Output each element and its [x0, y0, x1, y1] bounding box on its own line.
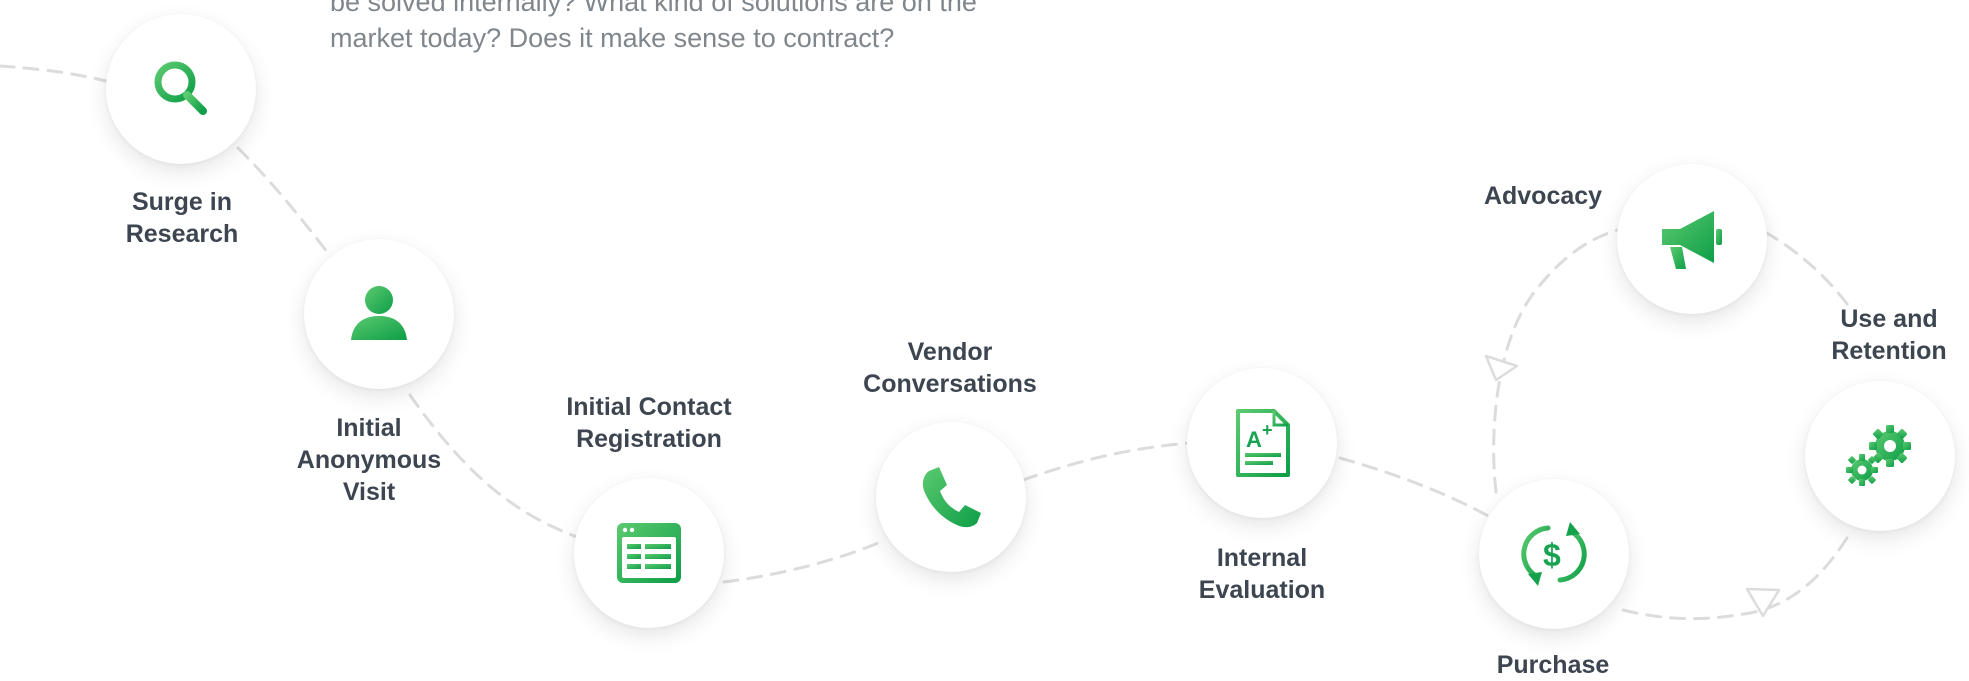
- stage-initial-contact-registration[interactable]: [574, 478, 724, 628]
- search-icon: [154, 61, 207, 115]
- stage-vendor-conversations[interactable]: [876, 422, 1026, 572]
- gears-icon: [1846, 425, 1911, 486]
- svg-text:+: +: [1262, 420, 1273, 440]
- stage-label: Use and Retention: [1831, 305, 1947, 365]
- dollar-cycle-icon: $: [1521, 522, 1587, 586]
- stage-label: Initial Contact Registration: [566, 393, 732, 453]
- form-icon: [617, 523, 681, 583]
- stage-surge-in-research[interactable]: [106, 14, 256, 164]
- megaphone-icon: [1662, 211, 1722, 269]
- stage-label: Vendor Conversations: [863, 338, 1037, 398]
- document-grade-icon: A +: [1236, 409, 1290, 477]
- path-arrow: [1484, 354, 1519, 382]
- stage-label: Surge in Research: [125, 188, 239, 248]
- svg-text:A: A: [1246, 427, 1262, 452]
- stage-label: Purchase: [1496, 651, 1610, 679]
- svg-text:$: $: [1543, 537, 1561, 573]
- stage-purchase[interactable]: $: [1479, 479, 1629, 629]
- stage-label: Initial Anonymous Visit: [296, 414, 442, 506]
- stage-initial-anonymous-visit[interactable]: [304, 239, 454, 389]
- stage-label: Internal Evaluation: [1198, 544, 1326, 604]
- phone-icon: [922, 467, 981, 528]
- person-icon: [351, 286, 407, 340]
- description-line: market today? Does it make sense to cont…: [330, 23, 895, 53]
- stage-advocacy[interactable]: [1617, 164, 1767, 314]
- stage-description: be solved internally? What kind of solut…: [330, 0, 1090, 56]
- stage-use-and-retention[interactable]: [1805, 381, 1955, 531]
- stage-label: Advocacy: [1483, 182, 1603, 210]
- description-line: be solved internally? What kind of solut…: [330, 0, 977, 17]
- stage-internal-evaluation[interactable]: A +: [1187, 368, 1337, 518]
